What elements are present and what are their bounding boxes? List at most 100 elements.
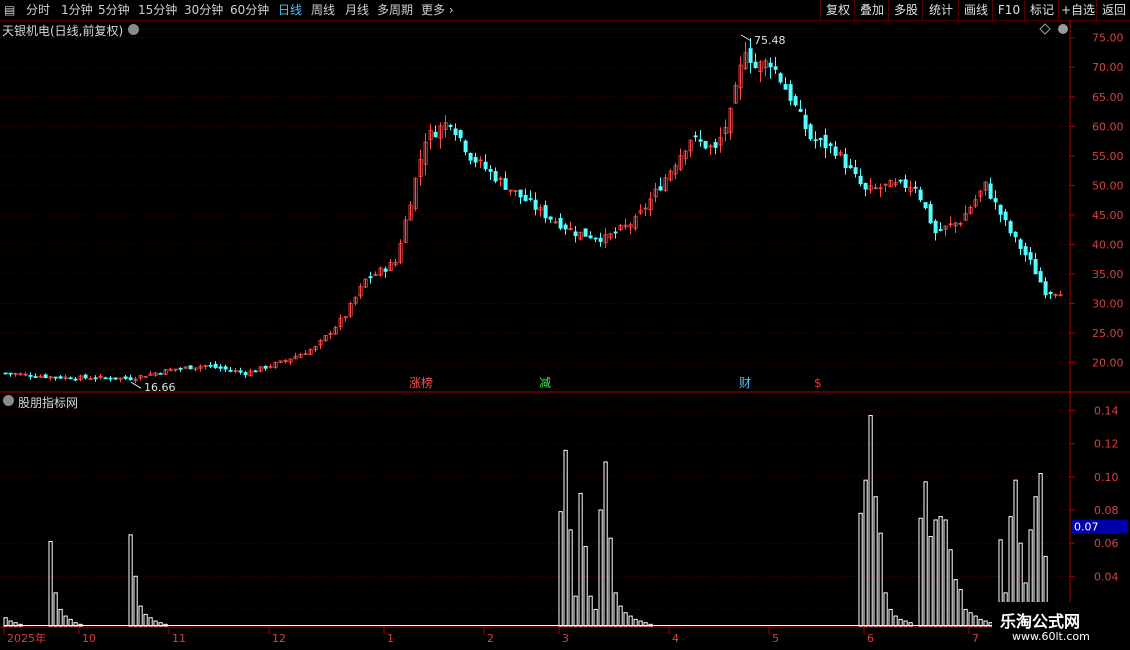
indicator-tick-label: 0.04 <box>1094 570 1119 583</box>
candle-down <box>468 152 473 161</box>
indicator-tick-label: 0.08 <box>1094 504 1119 517</box>
candle-down <box>53 376 58 379</box>
indicator-bar <box>563 449 568 627</box>
candle-down <box>243 372 248 376</box>
candle-down <box>613 231 618 234</box>
indicator-bar <box>578 492 583 627</box>
indicator-bar <box>58 608 63 627</box>
candle-down <box>988 183 993 199</box>
indicator-bar <box>598 509 603 627</box>
candle-down <box>108 377 113 380</box>
candle-down <box>158 372 163 375</box>
price-tick-label: 70.00 <box>1092 61 1124 74</box>
indicator-bar <box>588 595 593 627</box>
price-tick-label: 35.00 <box>1092 268 1124 281</box>
candle-down <box>818 138 823 140</box>
candle-down <box>698 139 703 142</box>
candle-down <box>848 165 853 169</box>
x-tick-label: 11 <box>172 632 186 645</box>
x-tick-label: 2 <box>487 632 494 645</box>
candle-down <box>218 366 223 369</box>
candle-down <box>543 205 548 219</box>
indicator-bar <box>143 613 148 627</box>
candle-down <box>713 142 718 148</box>
candle-down <box>28 375 33 377</box>
x-tick-label: 2025年 <box>7 631 46 645</box>
candle-down <box>523 194 528 202</box>
indicator-bar <box>948 549 953 627</box>
current-value-label: 0.07 <box>1074 521 1099 534</box>
x-tick-label: 4 <box>672 632 679 645</box>
candle-down <box>503 178 508 190</box>
indicator-bar <box>603 461 608 627</box>
price-tick-label: 30.00 <box>1092 297 1124 310</box>
price-tick-label: 45.00 <box>1092 209 1124 222</box>
candle-down <box>1003 211 1008 221</box>
indicator-bar <box>148 617 153 627</box>
candle-down <box>928 204 933 224</box>
candle-down <box>228 370 233 372</box>
x-tick-label: 7 <box>972 632 979 645</box>
candle-down <box>383 268 388 272</box>
indicator-bar <box>608 537 613 627</box>
candle-down <box>573 231 578 237</box>
indicator-bar <box>558 511 563 627</box>
indicator-bar <box>863 479 868 627</box>
indicator-bar <box>593 608 598 627</box>
indicator-bar <box>573 595 578 627</box>
candle-down <box>483 161 488 170</box>
indicator-bar <box>48 540 53 627</box>
candle-down <box>858 175 863 185</box>
indicator-tick-label: 0.10 <box>1094 471 1119 484</box>
candle-down <box>938 229 943 231</box>
candle-down <box>583 228 588 237</box>
candle-down <box>998 204 1003 215</box>
candle-down <box>658 186 663 191</box>
candle-down <box>463 140 468 153</box>
candle-down <box>93 377 98 380</box>
annotation-arrow <box>130 381 142 389</box>
indicator-tick-label: 0.06 <box>1094 537 1119 550</box>
candle-down <box>768 62 773 68</box>
candle-down <box>903 179 908 188</box>
event-marker: 涨榜 <box>409 375 433 390</box>
candle-down <box>993 198 998 203</box>
price-and-indicator-chart[interactable]: 20.00 25.00 30.00 35.00 40.00 45.00 50.00 55.00… <box>0 0 1130 650</box>
candle-down <box>833 146 838 156</box>
indicator-bar <box>953 579 958 627</box>
candle-down <box>813 139 818 142</box>
candle-down <box>128 377 133 381</box>
candle-down <box>43 374 48 379</box>
candle-down <box>1028 252 1033 260</box>
indicator-bar <box>868 415 873 627</box>
candle-down <box>73 378 78 381</box>
candle-down <box>558 218 563 229</box>
candle-down <box>748 48 753 63</box>
candle-down <box>1023 246 1028 256</box>
candle-down <box>33 376 38 378</box>
candle-down <box>533 199 538 210</box>
candle-down <box>1043 281 1048 296</box>
indicator-tick-label: 0.12 <box>1094 438 1119 451</box>
indicator-bar <box>63 615 68 627</box>
candle-down <box>593 237 598 240</box>
candle-down <box>113 377 118 380</box>
x-tick-label: 6 <box>867 632 874 645</box>
candle-down <box>803 114 808 130</box>
candle-down <box>798 108 803 112</box>
candle-down <box>828 143 833 146</box>
indicator-bar <box>583 545 588 627</box>
candle-down <box>793 96 798 106</box>
x-tick-label: 5 <box>772 632 779 645</box>
candle-down <box>778 73 783 83</box>
candle-down <box>83 374 88 379</box>
candle-down <box>913 186 918 189</box>
candle-down <box>368 276 373 279</box>
candle-down <box>253 370 258 373</box>
candle-down <box>223 366 228 370</box>
candle-down <box>3 372 8 375</box>
indicator-tick-label: 0.14 <box>1094 405 1119 418</box>
candle-down <box>1033 258 1038 275</box>
price-annotation: 16.66 <box>144 381 176 394</box>
candle-down <box>473 156 478 163</box>
